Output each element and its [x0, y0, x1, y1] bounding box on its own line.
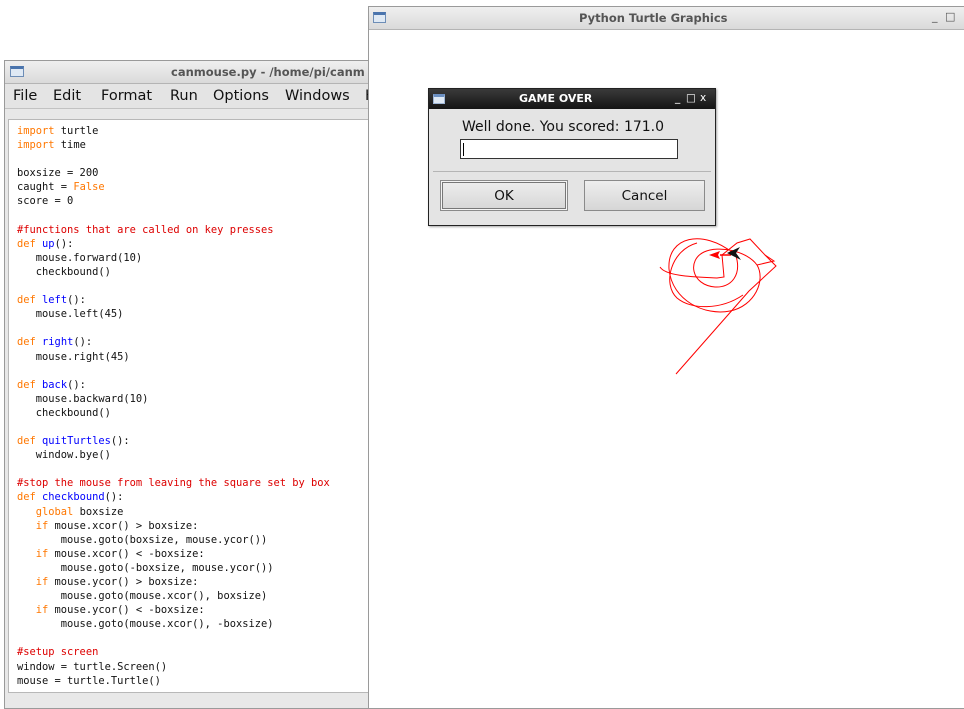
turtle-title-bar[interactable]: Python Turtle Graphics _ □: [369, 7, 964, 30]
code-line: if mouse.ycor() > boxsize:: [35, 576, 199, 588]
code-line: mouse.right(45): [17, 350, 130, 363]
code-line: checkbound(): [17, 406, 111, 419]
menu-windows[interactable]: Windows: [285, 88, 350, 104]
dialog-title-bar[interactable]: GAME OVER _ □ x: [429, 89, 715, 109]
code-line: mouse.goto(-boxsize, mouse.ycor()): [17, 561, 274, 574]
code-line: mouse.goto(mouse.xcor(), -boxsize): [17, 618, 274, 631]
menu-file[interactable]: File: [13, 88, 37, 104]
dialog-message: Well done. You scored: 171.0: [462, 119, 665, 135]
code-line: score = 0: [17, 195, 74, 208]
code-line: def right():: [17, 336, 93, 349]
code-editor[interactable]: import turtle import time boxsize = 200 …: [8, 119, 371, 693]
window-icon: [373, 12, 386, 23]
code-line: def left():: [17, 294, 86, 307]
ok-button[interactable]: OK: [440, 180, 568, 211]
menu-format[interactable]: Format: [101, 88, 152, 104]
code-line: mouse.left(45): [17, 308, 124, 321]
editor-window: canmouse.py - /home/pi/canm File Edit Fo…: [4, 60, 372, 709]
editor-title: canmouse.py - /home/pi/canm: [171, 65, 365, 79]
code-line: mouse.forward(10): [17, 251, 143, 264]
dialog-title: GAME OVER: [519, 92, 593, 105]
editor-title-bar[interactable]: canmouse.py - /home/pi/canm: [5, 61, 371, 84]
cancel-button[interactable]: Cancel: [584, 180, 705, 211]
window-icon: [433, 94, 445, 104]
dialog-close-button[interactable]: x: [700, 92, 706, 104]
menu-options[interactable]: Options: [213, 88, 269, 104]
code-line: global boxsize: [35, 505, 124, 518]
code-line: def up():: [17, 237, 74, 250]
code-line: def back():: [17, 378, 86, 391]
code-line: def checkbound():: [17, 491, 124, 504]
dialog-maximize-button[interactable]: □: [686, 92, 696, 104]
turtle-title: Python Turtle Graphics: [579, 11, 728, 25]
code-line: mouse.goto(mouse.xcor(), boxsize): [17, 590, 268, 603]
code-text[interactable]: import turtle import time boxsize = 200 …: [9, 120, 371, 688]
code-line: boxsize = 200: [17, 167, 99, 180]
code-line: mouse.goto(boxsize, mouse.ycor()): [17, 533, 268, 546]
code-line: checkbound(): [17, 265, 111, 278]
code-line: #stop the mouse from leaving the square …: [17, 477, 330, 490]
score-name-input[interactable]: [460, 139, 678, 159]
dialog-divider: [433, 171, 711, 172]
window-icon: [10, 66, 24, 77]
editor-menu-bar: File Edit Format Run Options Windows H: [5, 84, 371, 109]
code-line: mouse.backward(10): [17, 392, 149, 405]
code-line: def quitTurtles():: [17, 435, 130, 448]
code-line: window.bye(): [17, 449, 111, 462]
code-line: import time: [17, 139, 86, 152]
dialog-minimize-button[interactable]: _: [675, 92, 680, 104]
menu-edit[interactable]: Edit: [53, 88, 81, 104]
text-caret: [463, 143, 464, 156]
maximize-button[interactable]: □: [945, 10, 955, 23]
code-line: #functions that are called on key presse…: [17, 223, 274, 236]
menu-run[interactable]: Run: [170, 88, 198, 104]
code-line: mouse = turtle.Turtle(): [17, 674, 161, 687]
code-line: if mouse.ycor() < -boxsize:: [35, 604, 205, 617]
game-over-dialog: GAME OVER _ □ x Well done. You scored: 1…: [428, 88, 716, 226]
code-line: if mouse.xcor() < -boxsize:: [35, 547, 205, 560]
mouse-trail: [659, 238, 777, 375]
code-line: #setup screen: [17, 646, 99, 659]
code-line: caught = False: [17, 181, 105, 194]
trail-wing: [756, 254, 776, 266]
minimize-button[interactable]: _: [932, 10, 938, 23]
mouse-turtle-arrow: [709, 251, 720, 259]
code-line: window = turtle.Screen(): [17, 660, 168, 673]
trail-path: [659, 238, 777, 375]
code-line: import turtle: [17, 125, 99, 137]
code-line: if mouse.xcor() > boxsize:: [35, 519, 199, 532]
